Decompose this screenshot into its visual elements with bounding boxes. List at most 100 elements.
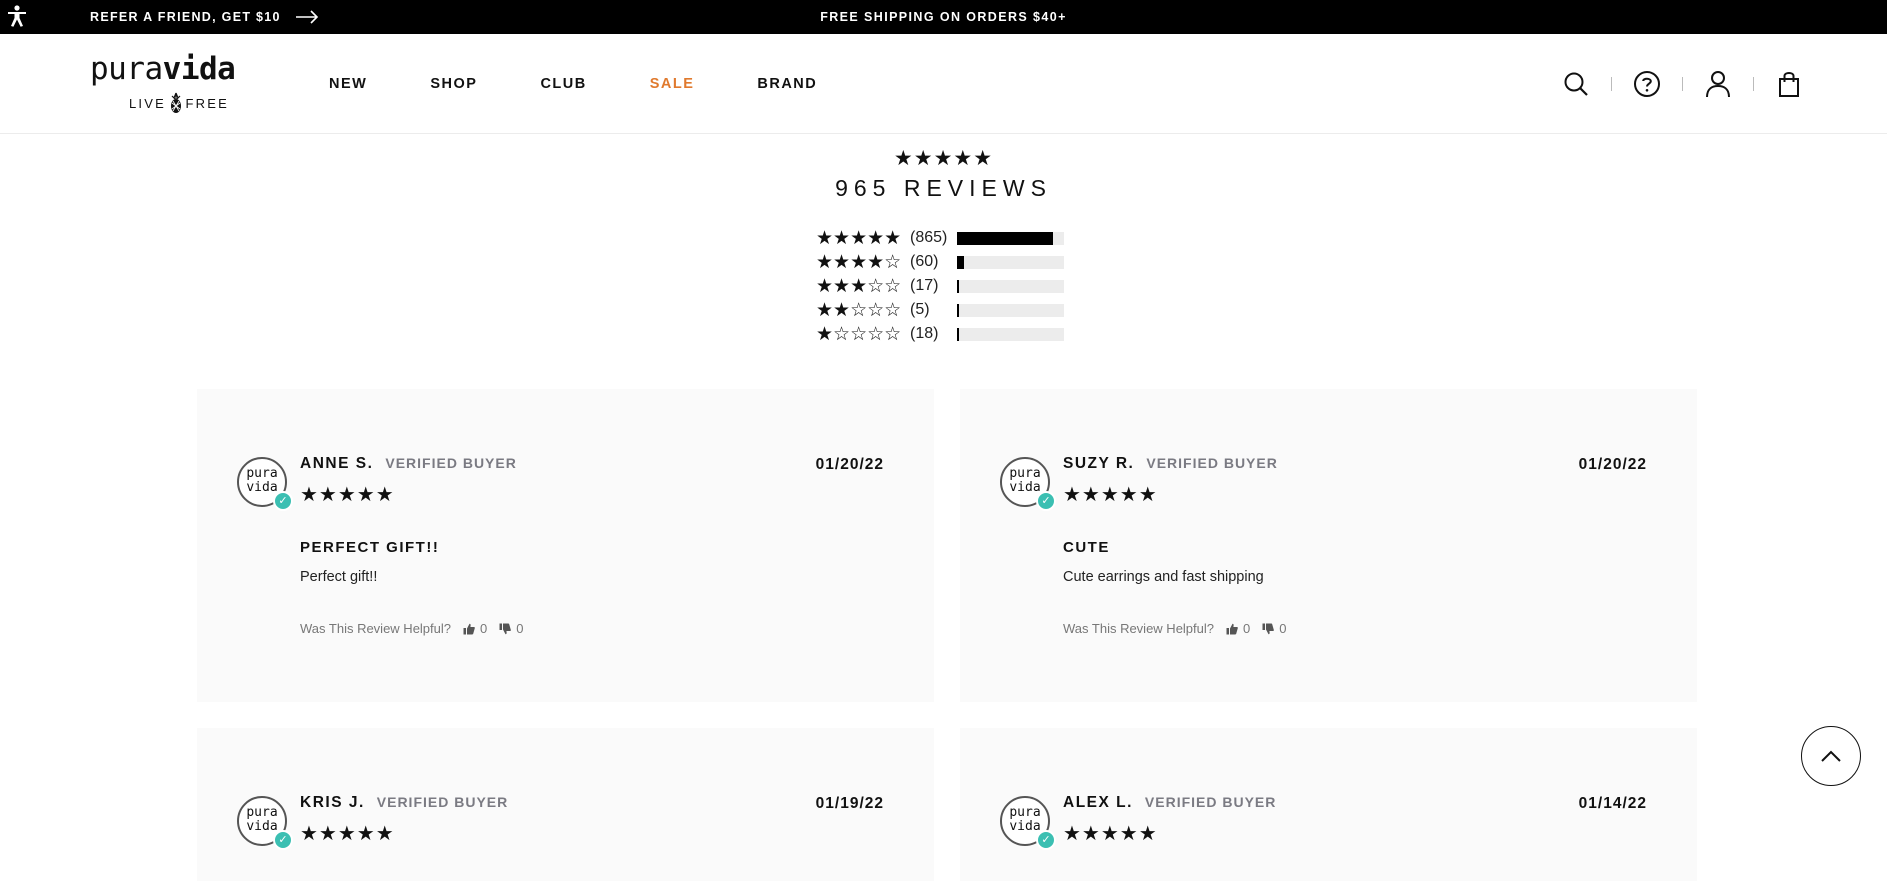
author-name: SUZY R. (1063, 455, 1135, 472)
thumbs-down-count: 0 (516, 621, 524, 636)
review-body: Cute earrings and fast shipping (1063, 569, 1264, 585)
back-to-top-button[interactable] (1801, 726, 1861, 786)
rating-bar-fill (957, 231, 1053, 245)
rating-row-stars: ★☆☆☆☆ (816, 323, 902, 345)
helpful-label: Was This Review Helpful? (300, 621, 451, 636)
thumbs-up-button[interactable]: 0 (1226, 621, 1250, 636)
header-icons (1562, 34, 1803, 134)
author-name: ALEX L. (1063, 794, 1133, 811)
review-date: 01/20/22 (1578, 456, 1647, 473)
help-icon (1634, 71, 1660, 97)
review-stars: ★★★★★ (1063, 823, 1158, 845)
thumbs-up-button[interactable]: 0 (463, 621, 487, 636)
nav-sale[interactable]: SALE (650, 76, 695, 92)
thumbs-up-icon (463, 623, 475, 634)
verified-buyer-badge: VERIFIED BUYER (385, 455, 517, 471)
avatar: pura vida ✓ (1000, 457, 1056, 511)
rating-bar (957, 327, 1064, 341)
icon-divider (1753, 77, 1754, 91)
avatar: pura vida ✓ (237, 457, 293, 511)
review-stars: ★★★★★ (300, 823, 395, 845)
thumbs-up-icon (1226, 623, 1238, 634)
nav-brand[interactable]: BRAND (757, 76, 817, 92)
puravida-logo[interactable]: puravida LIVE FREE (90, 52, 268, 116)
rating-row-stars: ★★★★☆ (816, 251, 902, 273)
logo-word-light: pura (90, 51, 163, 87)
verified-check-icon: ✓ (1036, 830, 1056, 850)
chevron-up-icon (1821, 750, 1841, 762)
verified-check-icon: ✓ (273, 830, 293, 850)
account-button[interactable] (1704, 70, 1732, 98)
review-author: ALEX L. VERIFIED BUYER (1063, 794, 1276, 812)
helpful-votes: Was This Review Helpful? 0 0 (1063, 621, 1286, 636)
avatar-text-top: pura (1009, 466, 1041, 481)
rating-row-4[interactable]: ★★★★☆ (60) (816, 250, 1070, 274)
review-card: pura vida ✓ KRIS J. VERIFIED BUYER 01/19… (197, 728, 934, 881)
review-title: PERFECT GIFT!! (300, 539, 440, 556)
thumbs-up-count: 0 (480, 621, 488, 636)
rating-row-5[interactable]: ★★★★★ (865) (816, 226, 1070, 250)
rating-bar-fill (957, 303, 959, 317)
logo-word-bold: vida (162, 51, 236, 87)
rating-row-count: (60) (910, 253, 939, 270)
thumbs-down-icon (1262, 623, 1275, 634)
site-header: puravida LIVE FREE NEW SHOP CLUB SALE BR… (0, 34, 1887, 134)
avatar: pura vida ✓ (1000, 796, 1056, 850)
logo-tag-live: LIVE (129, 95, 166, 111)
rating-bar (957, 279, 1064, 293)
rating-bar-fill (957, 255, 964, 269)
refer-friend-link[interactable]: REFER A FRIEND, GET $10 (90, 0, 319, 34)
rating-row-count: (865) (910, 229, 948, 246)
rating-row-count: (18) (910, 325, 939, 342)
verified-check-icon: ✓ (1036, 491, 1056, 511)
logo-tag-free: FREE (185, 95, 229, 111)
search-button[interactable] (1562, 70, 1590, 98)
icon-divider (1682, 77, 1683, 91)
rating-bar (957, 255, 1064, 269)
rating-row-count: (5) (910, 301, 930, 318)
review-author: SUZY R. VERIFIED BUYER (1063, 455, 1278, 473)
verified-check-icon: ✓ (273, 491, 293, 511)
accessibility-icon[interactable] (4, 3, 30, 29)
cart-button[interactable] (1775, 70, 1803, 98)
refer-friend-text: REFER A FRIEND, GET $10 (90, 10, 281, 24)
author-name: ANNE S. (300, 455, 374, 472)
review-stars: ★★★★★ (300, 484, 395, 506)
avatar-text-top: pura (246, 805, 278, 820)
rating-row-2[interactable]: ★★☆☆☆ (5) (816, 298, 1070, 322)
review-card: pura vida ✓ ALEX L. VERIFIED BUYER 01/14… (960, 728, 1697, 881)
review-stars: ★★★★★ (1063, 484, 1158, 506)
avatar-text-top: pura (1009, 805, 1041, 820)
avatar: pura vida ✓ (237, 796, 293, 850)
thumbs-down-button[interactable]: 0 (499, 621, 523, 636)
nav-new[interactable]: NEW (329, 76, 367, 92)
rating-bar-fill (957, 327, 960, 341)
review-date: 01/14/22 (1578, 795, 1647, 812)
rating-bar (957, 303, 1064, 317)
verified-buyer-badge: VERIFIED BUYER (1146, 455, 1278, 471)
average-rating-stars: ★★★★★ (893, 147, 994, 170)
thumbs-down-count: 0 (1279, 621, 1287, 636)
pineapple-icon (170, 92, 181, 113)
arrow-right-icon (295, 10, 318, 24)
announcement-bar: REFER A FRIEND, GET $10 FREE SHIPPING ON… (0, 0, 1887, 34)
review-author: ANNE S. VERIFIED BUYER (300, 455, 517, 473)
rating-row-3[interactable]: ★★★☆☆ (17) (816, 274, 1070, 298)
thumbs-down-button[interactable]: 0 (1262, 621, 1286, 636)
rating-row-1[interactable]: ★☆☆☆☆ (18) (816, 322, 1070, 346)
logo-wordmark: puravida (90, 52, 268, 86)
account-icon (1706, 71, 1730, 98)
rating-row-stars: ★★☆☆☆ (816, 299, 902, 321)
reviews-count-title: 965 REVIEWS (835, 175, 1052, 201)
help-button[interactable] (1633, 70, 1661, 98)
verified-buyer-badge: VERIFIED BUYER (1144, 794, 1277, 810)
rating-distribution: ★★★★★ (865) ★★★★☆ (60) ★★★☆☆ (17) ★★☆☆☆ … (816, 226, 1070, 346)
nav-shop[interactable]: SHOP (430, 76, 477, 92)
rating-row-count: (17) (910, 277, 939, 294)
review-author: KRIS J. VERIFIED BUYER (300, 794, 508, 812)
thumbs-down-icon (499, 623, 512, 634)
nav-club[interactable]: CLUB (540, 76, 586, 92)
rating-bar-fill (957, 279, 959, 293)
review-title: CUTE (1063, 539, 1110, 556)
helpful-votes: Was This Review Helpful? 0 0 (300, 621, 523, 636)
